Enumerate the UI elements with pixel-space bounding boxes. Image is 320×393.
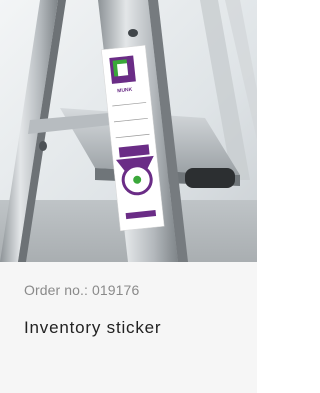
product-card[interactable]: MUNK Order no.: 019176 Inventory sticker — [0, 0, 257, 393]
product-info: Order no.: 019176 Inventory sticker — [0, 262, 257, 393]
product-title[interactable]: Inventory sticker — [24, 318, 161, 338]
product-image[interactable]: MUNK — [0, 0, 257, 262]
order-number: Order no.: 019176 — [24, 282, 140, 298]
